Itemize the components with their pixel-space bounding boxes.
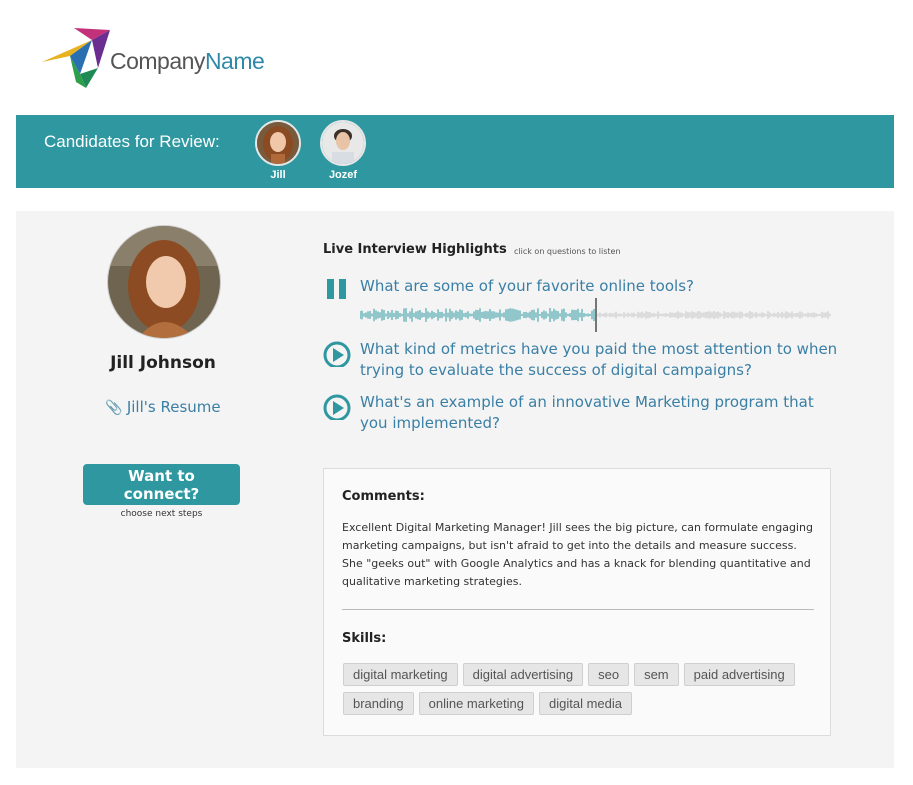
candidates-title: Candidates for Review: (44, 132, 220, 151)
company-logo: CompanyName (40, 22, 280, 102)
paperclip-icon: 📎 (105, 400, 123, 416)
question-text: What are some of your favorite online to… (360, 277, 694, 295)
question-text: What kind of metrics have you paid the m… (360, 340, 838, 379)
question-text: What's an example of an innovative Marke… (360, 393, 814, 432)
skills-list: digital marketing digital advertising seo s… (343, 663, 823, 721)
skill-tag: seo (588, 663, 630, 686)
candidate-photo (107, 225, 221, 339)
connect-button[interactable]: Want to connect? (83, 464, 240, 505)
logo-mark-icon (42, 28, 110, 88)
skill-tag: digital marketing (343, 663, 458, 686)
skill-tag: sem (634, 663, 679, 686)
comments-heading: Comments: (342, 489, 425, 504)
comments-box: Comments: Excellent Digital Marketing Ma… (323, 468, 831, 736)
comments-text: Excellent Digital Marketing Manager! Jil… (342, 521, 813, 588)
avatar (320, 120, 366, 166)
resume-link[interactable]: 📎 Jill's Resume (56, 398, 270, 416)
highlights-title: Live Interview Highlights (323, 242, 507, 257)
pause-icon[interactable] (323, 276, 351, 304)
play-icon[interactable] (323, 392, 351, 420)
play-icon[interactable] (323, 339, 351, 367)
candidates-bar: Candidates for Review: Jill Jozef (16, 115, 894, 188)
candidate-panel: Jill Johnson 📎 Jill's Resume Want to conn… (16, 211, 894, 768)
candidate-jozef[interactable]: Jozef (313, 120, 373, 181)
skill-tag: digital advertising (462, 663, 584, 686)
company-name: CompanyName (110, 48, 265, 74)
avatar (255, 120, 301, 166)
skill-tag: paid advertising (683, 663, 795, 686)
candidate-name: Jozef (328, 169, 358, 181)
candidate-full-name: Jill Johnson (110, 353, 216, 373)
skills-heading: Skills: (342, 631, 387, 646)
divider (342, 609, 814, 610)
resume-label: Jill's Resume (126, 398, 221, 416)
audio-waveform[interactable] (360, 298, 832, 332)
candidate-jill[interactable]: Jill (248, 120, 308, 181)
skill-tag: branding (343, 692, 414, 715)
highlights-hint: click on questions to listen (514, 247, 621, 256)
connect-hint: choose next steps (120, 509, 203, 519)
skill-tag: online marketing (418, 692, 534, 715)
skill-tag: digital media (539, 692, 632, 715)
candidate-name: Jill (270, 169, 286, 181)
